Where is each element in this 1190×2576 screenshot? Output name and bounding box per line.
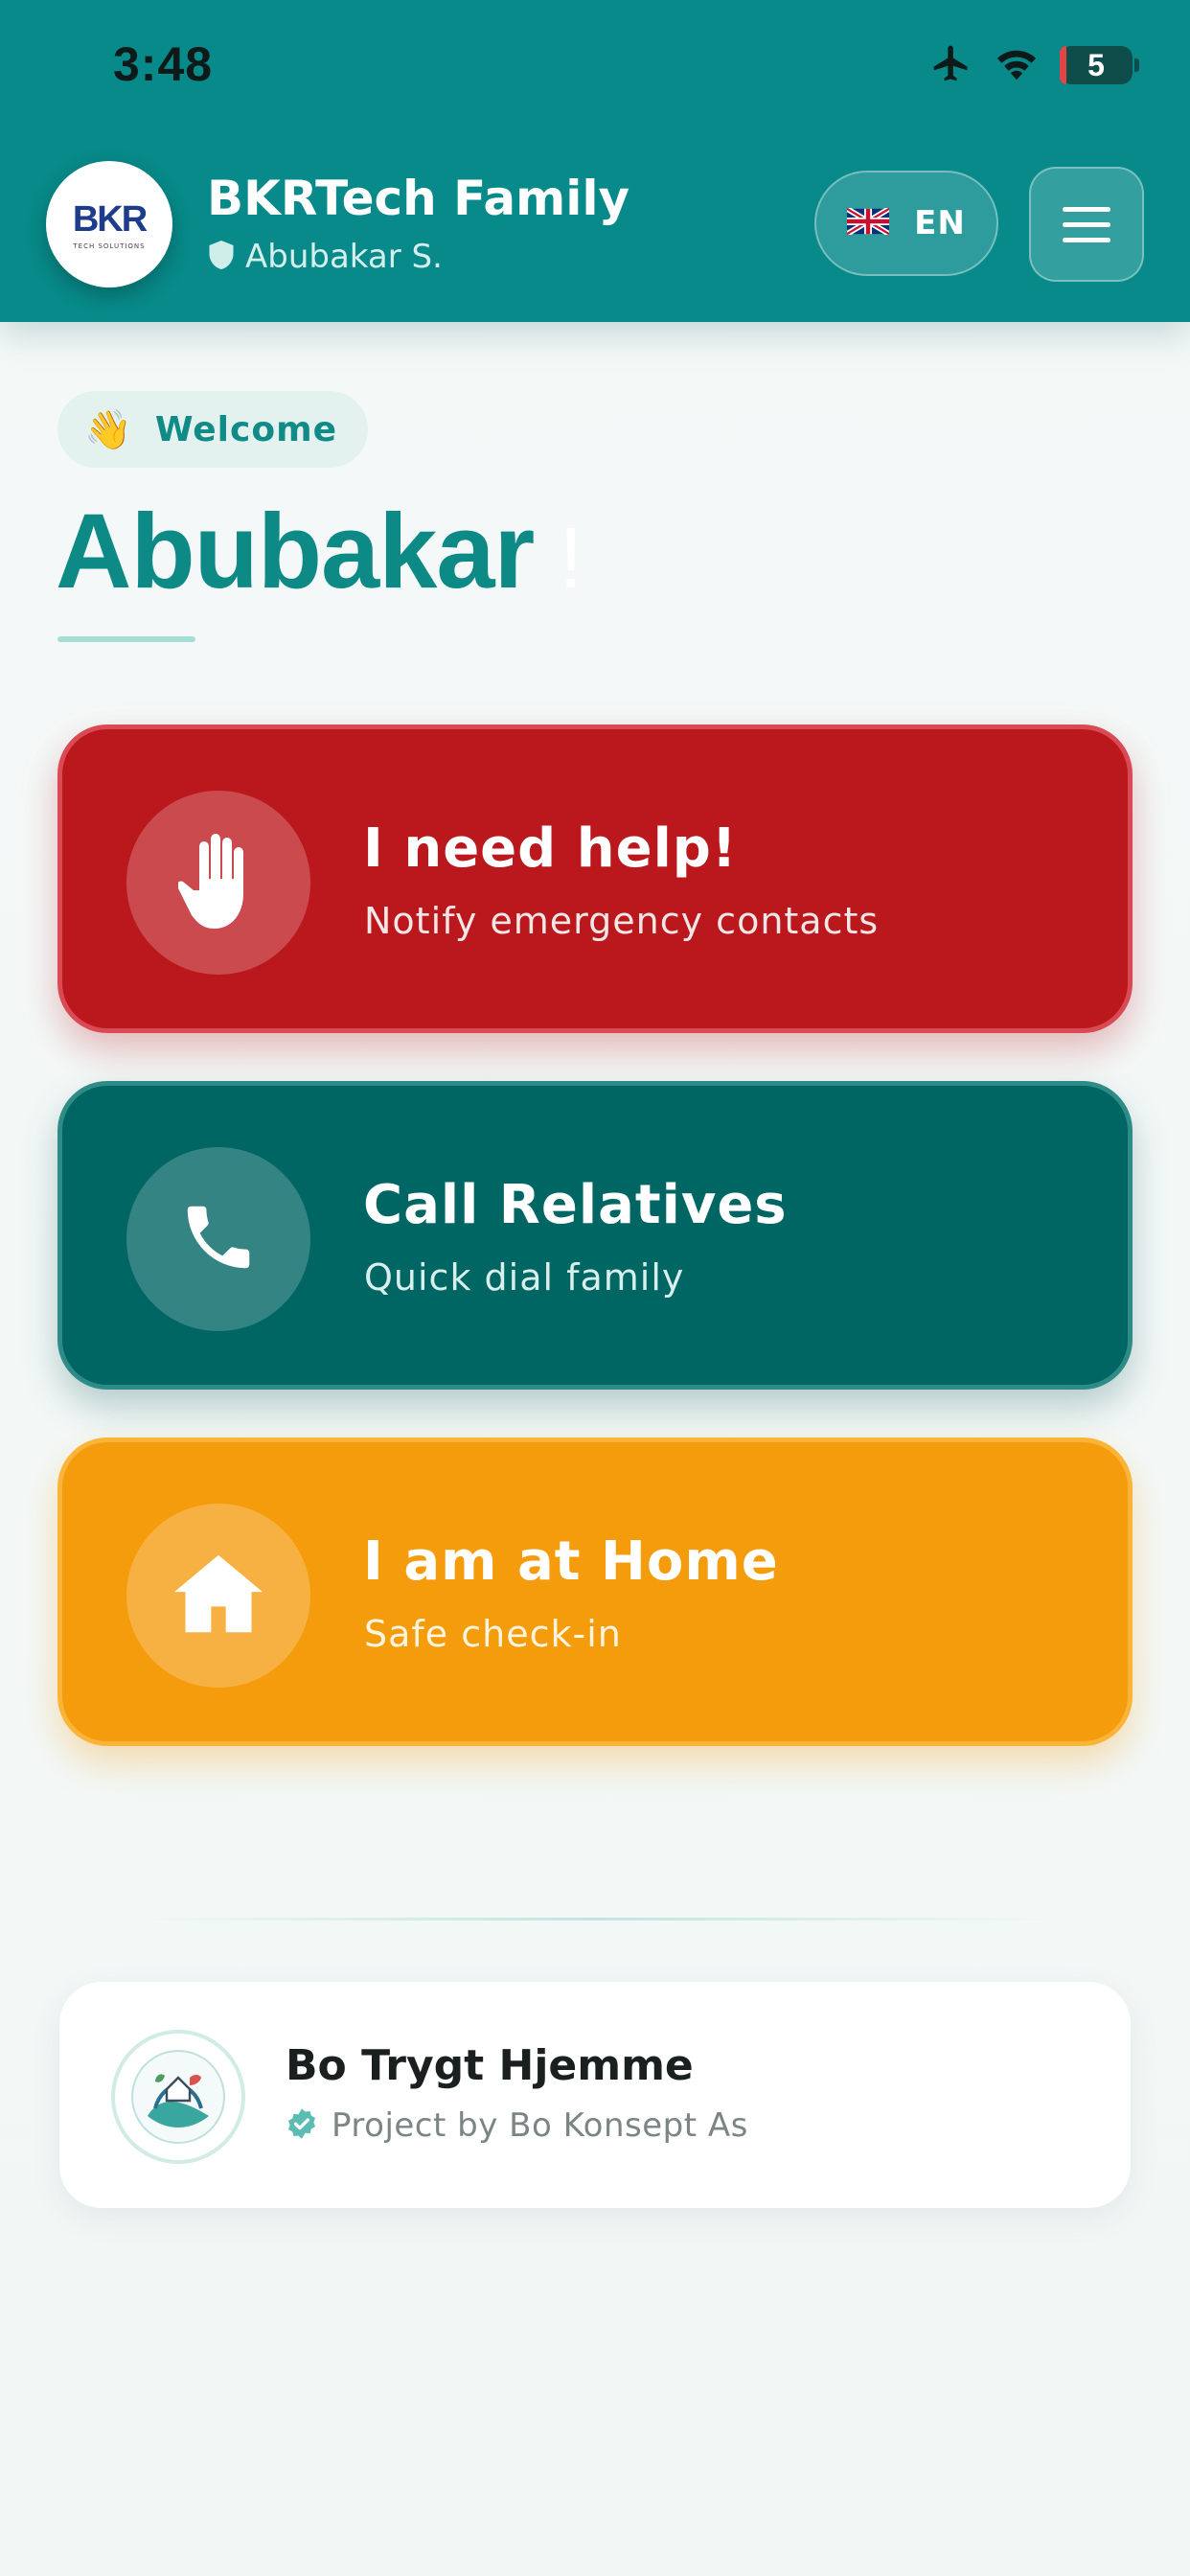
home-icon-circle <box>126 1504 310 1688</box>
help-icon-circle <box>126 791 310 975</box>
language-button[interactable]: EN <box>814 171 998 276</box>
welcome-label: Welcome <box>154 409 337 449</box>
battery-level: 5 <box>1087 47 1105 82</box>
menu-button[interactable] <box>1029 167 1144 282</box>
project-subtitle: Project by Bo Konsept As <box>332 2106 748 2145</box>
call-relatives-title: Call Relatives <box>363 1174 788 1236</box>
app-header: 3:48 5 BKR TECH SOLUTIONS BKRTech Family… <box>0 0 1190 322</box>
logo-subtext: TECH SOLUTIONS <box>73 242 146 250</box>
shield-icon <box>209 241 234 273</box>
project-card: Bo Trygt Hjemme Project by Bo Konsept As <box>59 1982 1131 2208</box>
section-divider <box>144 1918 1046 1920</box>
greeting-underline <box>57 636 195 642</box>
at-home-subtitle: Safe check-in <box>364 1613 622 1655</box>
call-icon-circle <box>126 1147 310 1331</box>
user-first-name: Abubakar <box>56 493 535 610</box>
status-icons: 5 <box>929 42 1139 88</box>
airplane-icon <box>929 42 973 88</box>
hamburger-line <box>1063 221 1110 227</box>
project-logo <box>111 2030 245 2164</box>
hamburger-line <box>1063 206 1110 212</box>
app-logo: BKR TECH SOLUTIONS <box>46 161 172 288</box>
at-home-button[interactable]: I am at Home Safe check-in <box>57 1438 1133 1746</box>
phone-icon <box>177 1196 260 1282</box>
call-relatives-subtitle: Quick dial family <box>364 1256 685 1299</box>
hamburger-line <box>1063 237 1110 242</box>
language-label: EN <box>914 204 966 242</box>
app-title: BKRTech Family <box>207 171 630 226</box>
wifi-icon <box>995 46 1039 84</box>
help-button[interactable]: I need help! Notify emergency contacts <box>57 724 1133 1033</box>
status-time: 3:48 <box>113 37 214 91</box>
project-attribution: Project by Bo Konsept As <box>286 2106 748 2145</box>
welcome-chip: 👋 Welcome <box>57 391 368 468</box>
user-line: Abubakar S. <box>209 238 443 276</box>
greeting-name: Abubakar! <box>56 491 583 612</box>
call-relatives-button[interactable]: Call Relatives Quick dial family <box>57 1081 1133 1390</box>
app-screen: 3:48 5 BKR TECH SOLUTIONS BKRTech Family… <box>0 0 1190 2576</box>
hand-icon <box>176 831 259 934</box>
waving-hand-icon: 👋 <box>84 407 132 452</box>
at-home-title: I am at Home <box>363 1530 779 1593</box>
help-subtitle: Notify emergency contacts <box>364 900 880 942</box>
uk-flag-icon <box>845 206 891 239</box>
project-title: Bo Trygt Hjemme <box>286 2041 694 2090</box>
greeting-exclamation: ! <box>559 511 583 607</box>
logo-text: BKR <box>72 198 148 240</box>
verified-badge-icon <box>286 2107 318 2144</box>
help-title: I need help! <box>363 817 738 880</box>
home-icon <box>174 1554 263 1637</box>
project-logo-image <box>131 2050 225 2144</box>
user-name: Abubakar S. <box>245 238 443 276</box>
battery-icon: 5 <box>1060 46 1139 84</box>
